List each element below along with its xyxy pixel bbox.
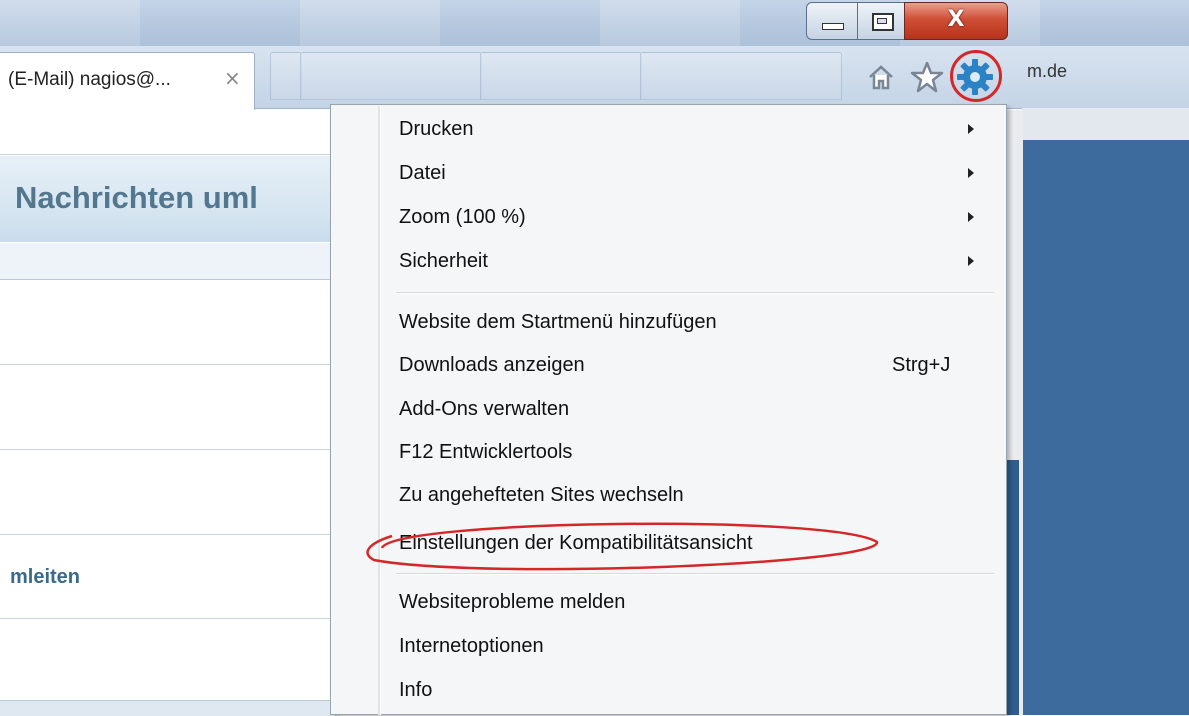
menu-item-internet-options[interactable]: Internetoptionen: [399, 635, 544, 658]
menu-item-security[interactable]: Sicherheit: [399, 250, 488, 273]
address-fragment: m.de: [1027, 61, 1068, 81]
tab-ghost[interactable]: [640, 52, 842, 100]
tab-close-icon[interactable]: ×: [224, 66, 241, 90]
menu-item-report-problems[interactable]: Websiteprobleme melden: [399, 591, 625, 614]
divider: [0, 618, 340, 619]
blurred-toolbar-background: [0, 0, 1189, 46]
tab-active[interactable]: (E-Mail) nagios@... ×: [0, 52, 255, 110]
page-subnav: [0, 110, 340, 155]
tab-ghost[interactable]: [480, 52, 642, 100]
menu-item-downloads[interactable]: Downloads anzeigen: [399, 354, 585, 377]
home-icon[interactable]: [866, 62, 896, 92]
redirect-link[interactable]: mleiten: [10, 566, 80, 589]
divider: [0, 534, 340, 535]
menu-item-devtools[interactable]: F12 Entwicklertools: [399, 441, 572, 464]
divider: [0, 449, 340, 450]
page-bottom-bar: [0, 700, 340, 716]
close-window-button[interactable]: X: [904, 2, 1008, 40]
submenu-arrow-icon: [968, 168, 974, 178]
submenu-arrow-icon: [968, 124, 974, 134]
star-icon[interactable]: [910, 60, 944, 94]
minimize-icon: [822, 23, 844, 30]
heading-subband: [0, 243, 340, 280]
gear-highlight-circle: [950, 50, 1002, 102]
menu-item-print[interactable]: Drucken: [399, 118, 473, 141]
close-icon: X: [947, 7, 965, 32]
compatibility-highlight-ellipse: [366, 522, 879, 571]
menu-gutter: [378, 106, 381, 715]
tab-title: (E-Mail) nagios@...: [8, 69, 171, 90]
submenu-arrow-icon: [968, 256, 974, 266]
menu-separator: [396, 292, 994, 294]
maximize-icon: [872, 13, 894, 31]
menu-item-info[interactable]: Info: [399, 679, 432, 702]
divider: [0, 364, 340, 365]
menu-item-zoom[interactable]: Zoom (100 %): [399, 206, 526, 229]
page-title: Nachrichten uml: [15, 180, 258, 215]
minimize-button[interactable]: [806, 2, 858, 40]
downloads-shortcut: Strg+J: [892, 354, 951, 376]
menu-item-add-to-start[interactable]: Website dem Startmenü hinzufügen: [399, 311, 717, 334]
menu-separator: [396, 573, 994, 575]
menu-item-addons[interactable]: Add-Ons verwalten: [399, 398, 569, 421]
menu-item-file[interactable]: Datei: [399, 162, 446, 185]
maximize-button[interactable]: [857, 2, 905, 40]
tab-ghost[interactable]: [300, 52, 482, 100]
right-page-panel: [1022, 140, 1189, 715]
menu-item-pinned-sites[interactable]: Zu angehefteten Sites wechseln: [399, 484, 684, 507]
right-page-strip: [1022, 108, 1189, 140]
submenu-arrow-icon: [968, 212, 974, 222]
tab-ghost[interactable]: [270, 52, 302, 100]
